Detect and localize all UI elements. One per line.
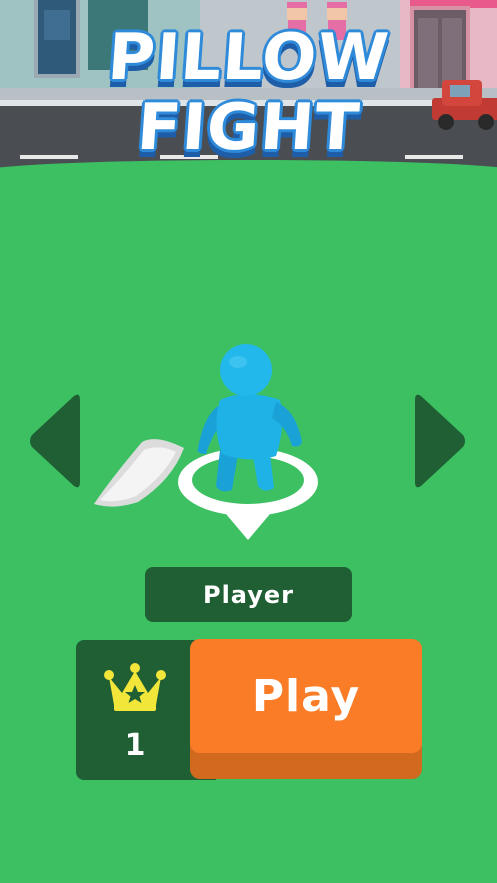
platform-ring — [178, 448, 318, 540]
play-button-label: Play — [251, 670, 361, 722]
play-button[interactable]: Play — [190, 639, 422, 779]
chevron-left-icon — [30, 394, 80, 488]
game-logo: PILLOW FIGHT — [0, 21, 497, 165]
character-preview — [80, 330, 420, 550]
pillow — [94, 439, 184, 507]
rank-value: 1 — [124, 728, 146, 763]
previous-character-button[interactable] — [28, 392, 80, 490]
next-character-button[interactable] — [415, 392, 467, 490]
chevron-right-icon — [415, 394, 465, 488]
logo-title-line1: PILLOW — [105, 21, 392, 95]
logo-title-line2: FIGHT — [134, 91, 363, 165]
player-name-plate: Player — [145, 567, 352, 622]
crown-icon — [104, 663, 166, 713]
player-name-label: Player — [202, 580, 295, 609]
